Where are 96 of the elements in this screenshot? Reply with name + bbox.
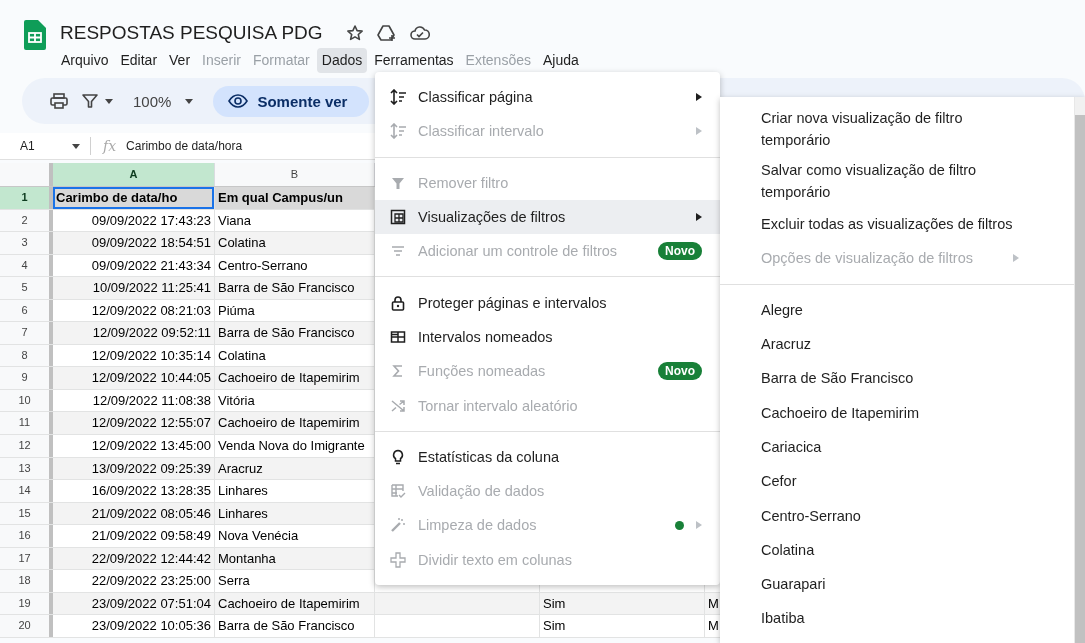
row-header[interactable]: 2 [0, 209, 53, 232]
magic-wand-icon [390, 517, 406, 534]
menu-item[interactable]: Cefor [720, 464, 1074, 499]
table-cell: Carimbo de data/ho [53, 187, 215, 209]
function-icon: fx [103, 138, 117, 154]
table-cell: Sim [540, 592, 705, 615]
menu-bar-item[interactable]: Dados [316, 48, 368, 73]
zoom-dropdown[interactable]: 100% [131, 88, 196, 114]
menu-item[interactable]: Estatísticas da coluna [375, 439, 720, 474]
table-cell: 10/09/2022 11:25:41 [53, 277, 215, 299]
view-only-button[interactable]: Somente ver [213, 85, 370, 117]
row-header[interactable]: 10 [0, 389, 53, 412]
table-cell: 12/09/2022 08:21:03 [53, 299, 215, 322]
column-header[interactable]: A [53, 163, 215, 186]
caret-down-icon [185, 98, 194, 104]
formula-content[interactable]: Carimbo de data/hora [126, 139, 243, 153]
cloud-check-icon[interactable] [409, 25, 430, 41]
row-header[interactable]: 14 [0, 480, 53, 502]
row-header[interactable]: 18 [0, 570, 53, 592]
row-header[interactable]: 4 [0, 254, 53, 277]
scrollbar[interactable] [1074, 97, 1085, 643]
row-header[interactable]: 20 [0, 615, 53, 637]
menu-item[interactable]: Centro-Serrano [720, 498, 1074, 533]
table-cell: 22/09/2022 23:25:00 [53, 570, 215, 592]
table-cell: 21/09/2022 09:58:49 [53, 525, 215, 547]
document-title[interactable]: RESPOSTAS PESQUISA PDG [60, 22, 323, 44]
row-header[interactable]: 8 [0, 344, 53, 367]
row-header[interactable]: 1 [0, 187, 53, 209]
table-cell: 09/09/2022 18:54:51 [53, 232, 215, 254]
table-cell: 22/09/2022 12:44:42 [53, 547, 215, 570]
table-cell: Sim [540, 615, 705, 637]
eye-icon [228, 94, 249, 108]
row-header[interactable]: 12 [0, 435, 53, 457]
table-grid-icon [390, 209, 406, 226]
table-icon [390, 328, 406, 345]
row-header[interactable]: 5 [0, 277, 53, 299]
table-cell: Cachoeiro de Itapemirim [215, 592, 375, 615]
menu-item[interactable]: Alegre [720, 292, 1074, 327]
checklist-icon [390, 483, 406, 500]
menu-bar-item[interactable]: Editar [115, 48, 163, 73]
table-cell: 23/09/2022 10:05:36 [53, 615, 215, 637]
row-header[interactable]: 7 [0, 322, 53, 344]
table-cell: 12/09/2022 10:44:05 [53, 367, 215, 389]
cell-reference[interactable]: A1 [20, 139, 72, 153]
table-cell: 12/09/2022 12:55:07 [53, 412, 215, 434]
table-cell: 23/09/2022 07:51:04 [53, 592, 215, 615]
caret-down-icon [72, 143, 80, 149]
table-cell: 12/09/2022 09:52:11 [53, 322, 215, 344]
table-cell: 13/09/2022 09:25:39 [53, 457, 215, 480]
shuffle-icon [390, 397, 406, 414]
table-cell: 12/09/2022 13:45:00 [53, 435, 215, 457]
table-cell: 12/09/2022 11:08:38 [53, 389, 215, 412]
printer-icon [50, 93, 68, 109]
table-cell: 12/09/2022 10:35:14 [53, 344, 215, 367]
menu-item[interactable]: Visualizações de filtros [375, 199, 720, 235]
table-cell: 09/09/2022 17:43:23 [53, 209, 215, 232]
menu-bar-item[interactable]: Arquivo [56, 48, 114, 73]
menu-item[interactable]: Cachoeiro de Itapemirim [720, 395, 1074, 430]
sheets-logo-icon [24, 20, 46, 50]
menu-item[interactable]: Aracruz [720, 326, 1074, 362]
menu-item[interactable]: Intervalos nomeados [375, 319, 720, 355]
star-icon[interactable] [345, 24, 364, 42]
row-header[interactable]: 13 [0, 457, 53, 480]
row-header[interactable]: 6 [0, 299, 53, 322]
lock-icon [390, 294, 406, 311]
row-header[interactable]: 11 [0, 412, 53, 434]
row-header[interactable]: 9 [0, 367, 53, 389]
menu-item[interactable]: Cariacica [720, 429, 1074, 465]
caret-down-icon [105, 98, 113, 104]
split-arrows-icon [390, 551, 406, 568]
sort-icon [390, 89, 406, 106]
filter-icon [82, 93, 98, 109]
menu-item[interactable]: Salvar como visualização de filtro temporário [720, 155, 1074, 207]
new-badge: Novo [658, 362, 702, 381]
menu-item[interactable]: Classificar página [375, 80, 720, 115]
menu-item[interactable]: Colatina [720, 532, 1074, 567]
menu-item[interactable]: Criar nova visualização de filtro temporário [720, 103, 1074, 155]
sort-icon [390, 123, 406, 140]
menu-item[interactable]: Guarapari [720, 566, 1074, 602]
row-header[interactable]: 19 [0, 592, 53, 615]
menu-item[interactable]: Proteger páginas e intervalos [375, 285, 720, 320]
table-cell: 21/09/2022 08:05:46 [53, 502, 215, 525]
menu-bar-item[interactable]: Ajuda [537, 48, 584, 73]
new-badge: Novo [658, 242, 702, 261]
table-cell: 09/09/2022 21:43:34 [53, 254, 215, 277]
menu-item[interactable]: Barra de São Francisco [720, 361, 1074, 396]
row-header[interactable]: 17 [0, 547, 53, 570]
row-header[interactable]: 15 [0, 502, 53, 525]
menu-bar-item[interactable]: Ferramentas [369, 48, 459, 73]
lightbulb-icon [390, 448, 406, 465]
table-cell: Barra de São Francisco [215, 615, 375, 637]
row-header[interactable]: 16 [0, 525, 53, 547]
table-cell: 16/09/2022 13:28:35 [53, 480, 215, 502]
menu-bar-item[interactable]: Ver [164, 48, 196, 73]
menu-item[interactable]: Excluir todas as visualizações de filtros [720, 207, 1074, 242]
row-header[interactable]: 3 [0, 232, 53, 254]
